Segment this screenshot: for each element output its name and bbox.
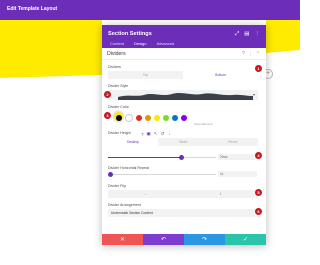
undo-button[interactable]: ↶ [143,234,184,245]
help-icon[interactable]: ? [242,51,245,57]
responsive-icon[interactable]: ▣ [147,131,151,137]
slider-handle[interactable] [178,154,184,160]
slider-fill [108,157,182,158]
swatch-black[interactable] [116,115,122,121]
swatch-purple[interactable] [181,115,187,121]
saved-tab[interactable]: Saved [194,122,203,126]
divider-color-label: Divider Color [108,105,129,109]
undo-icon: ↶ [160,237,167,243]
modal-header-icons: ⤢ ▤ ⋮ [235,31,260,38]
section-header[interactable]: Dividers ? ⋮ ⌃ [102,48,266,60]
divider-height-label: Divider Height [108,131,131,135]
modal-body: Dividers ? ⋮ ⌃ Dividers Top Bottom Divid… [102,48,266,234]
flip-horizontal-button[interactable]: ⇔ [108,190,183,198]
divider-height-input[interactable]: 20vw [218,154,257,160]
modal-title: Section Settings [108,31,152,37]
section-settings-modal: Section Settings ⤢ ▤ ⋮ Content Design Ad… [102,25,266,245]
sidebar-icon[interactable]: ▤ [244,31,249,38]
more-icon[interactable]: ⋮ [255,31,261,38]
close-icon: ✕ [119,237,126,243]
cancel-button[interactable]: ✕ [102,234,143,245]
divider-repeat-label: Divider Horizontal Repeat [108,166,149,170]
divider-repeat-slider[interactable] [107,171,216,177]
divider-arrangement-select[interactable]: Underneath Section Content [108,209,258,217]
help-icon[interactable]: ? [141,132,144,137]
expand-icon[interactable]: ⤢ [235,31,239,38]
chevron-up-icon[interactable]: ⌃ [256,51,260,57]
step-marker-3: 3 [104,112,111,119]
device-tabs: Desktop Tablet Phone [108,138,258,146]
device-tab-tablet[interactable]: Tablet [158,138,208,146]
modal-header: Section Settings ⤢ ▤ ⋮ Content Design Ad… [102,25,266,49]
dividers-label: Dividers [108,65,121,69]
swatch-white[interactable] [125,114,133,122]
step-marker-2: 2 [104,91,111,98]
save-button[interactable]: ✓ [225,234,266,245]
step-marker-1: 1 [255,65,262,72]
slider-handle[interactable] [107,171,113,177]
recent-tab[interactable]: Recent [203,122,213,126]
more-icon[interactable]: ⋮ [167,131,172,137]
swatch-orange[interactable] [145,115,151,121]
step-marker-5: 5 [255,189,262,196]
more-icon[interactable]: ⋮ [248,51,253,57]
flip-vertical-button[interactable]: ⇕ [183,190,258,198]
swatch-red[interactable] [136,115,142,121]
swatch-blue[interactable] [172,115,178,121]
divider-flip-toggle: ⇔ ⇕ [108,190,258,198]
modal-footer: ✕ ↶ ↷ ✓ [102,234,266,245]
divider-flip-label: Divider Flip [108,184,126,188]
section-title: Dividers [107,51,126,57]
dividers-option-bottom[interactable]: Bottom [183,71,258,79]
chevron-down-icon: ▾ [252,92,255,97]
color-swatches [116,114,187,122]
redo-button[interactable]: ↷ [184,234,225,245]
swatch-yellow[interactable] [154,115,160,121]
dividers-option-top[interactable]: Top [108,71,183,79]
color-tabs: Saved Recent [194,122,213,126]
divider-height-slider[interactable] [108,154,216,160]
wave-preview [118,93,253,100]
device-tab-phone[interactable]: Phone [208,138,258,146]
check-icon: ✓ [242,237,249,243]
divider-repeat-input[interactable]: 1x [218,171,257,177]
divider-style-select[interactable]: ▾ [108,90,258,100]
top-bar: Edit Template Layout [0,0,300,20]
section-header-icons: ? ⋮ ⌃ [242,51,260,57]
dividers-toggle: Top Bottom [108,71,258,79]
divider-height-icons: ? ▣ ↖ ↺ ⋮ [141,131,172,137]
divider-arrangement-label: Divider Arrangement [108,203,141,207]
hover-icon[interactable]: ↖ [154,131,158,137]
divider-style-label: Divider Style [108,84,129,88]
step-marker-6: 6 [255,208,262,215]
device-tab-desktop[interactable]: Desktop [108,138,158,146]
step-marker-4: 4 [255,152,262,159]
reset-icon[interactable]: ↺ [161,131,165,137]
app-title: Edit Template Layout [7,6,58,12]
redo-icon: ↷ [201,237,208,243]
swatch-green[interactable] [163,115,169,121]
